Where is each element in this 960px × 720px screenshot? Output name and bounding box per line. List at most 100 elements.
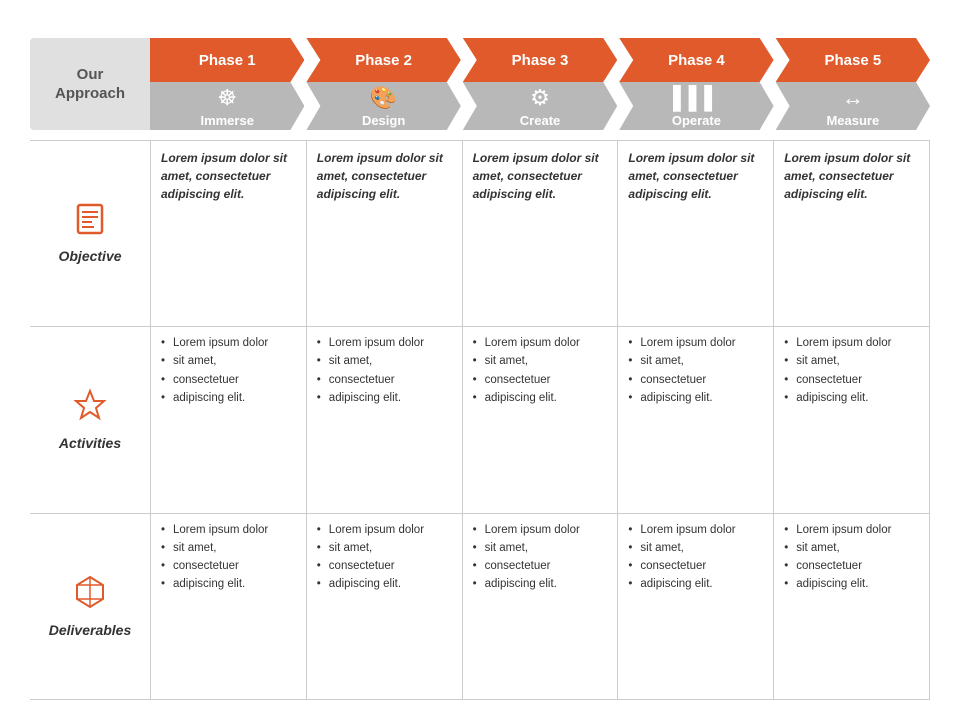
row-icon-deliverables <box>75 575 105 616</box>
bullet-list-activities-3: Lorem ipsum dolor sit amet, consectetuer ad… <box>473 335 608 405</box>
row-label-text-activities: Activities <box>59 435 121 451</box>
phase-sublabel-5: Measure <box>826 113 879 128</box>
phase-sublabel-2: Design <box>362 113 405 128</box>
row-label-text-objective: Objective <box>58 248 121 264</box>
cell-objective-4: Lorem ipsum dolor sit amet, consectetuer… <box>617 141 773 326</box>
row-label-col: Objective Activities Deliverables <box>30 140 150 700</box>
list-item: consectetuer <box>784 372 919 388</box>
phase-label-5: Phase 5 <box>824 52 881 69</box>
phase-arrow-3: Phase 3 ⚙ Create <box>463 38 617 130</box>
phase-gray-3: ⚙ Create <box>463 82 617 130</box>
list-item: adipiscing elit. <box>473 390 608 406</box>
bullet-list-deliverables-3: Lorem ipsum dolor sit amet, consectetuer ad… <box>473 522 608 592</box>
phases-wrapper: OurApproach Phase 1 ☸ Immerse Phase 2 🎨Desig… <box>30 38 930 130</box>
list-item: Lorem ipsum dolor <box>784 335 919 351</box>
phase-top-2: Phase 2 <box>306 38 460 82</box>
list-item: adipiscing elit. <box>784 576 919 592</box>
bullet-list-deliverables-1: Lorem ipsum dolor sit amet, consectetuer ad… <box>161 522 296 592</box>
list-item: adipiscing elit. <box>473 576 608 592</box>
phase-label-2: Phase 2 <box>355 52 412 69</box>
cell-deliverables-1: Lorem ipsum dolor sit amet, consectetuer ad… <box>150 514 306 699</box>
phase-label-1: Phase 1 <box>199 52 256 69</box>
cell-deliverables-4: Lorem ipsum dolor sit amet, consectetuer ad… <box>617 514 773 699</box>
data-row-deliverables: Lorem ipsum dolor sit amet, consectetuer ad… <box>150 513 930 700</box>
bullet-list-deliverables-4: Lorem ipsum dolor sit amet, consectetuer ad… <box>628 522 763 592</box>
cell-objective-3: Lorem ipsum dolor sit amet, consectetuer… <box>462 141 618 326</box>
phase-icon-3: ⚙ <box>530 85 550 111</box>
cell-activities-3: Lorem ipsum dolor sit amet, consectetuer ad… <box>462 327 618 512</box>
data-row-objective: Lorem ipsum dolor sit amet, consectetuer… <box>150 140 930 326</box>
list-item: sit amet, <box>784 540 919 556</box>
cell-activities-4: Lorem ipsum dolor sit amet, consectetuer ad… <box>617 327 773 512</box>
list-item: Lorem ipsum dolor <box>784 522 919 538</box>
bullet-list-deliverables-2: Lorem ipsum dolor sit amet, consectetuer ad… <box>317 522 452 592</box>
list-item: adipiscing elit. <box>317 390 452 406</box>
phase-icon-1: ☸ <box>217 85 237 111</box>
list-item: consectetuer <box>628 372 763 388</box>
list-item: sit amet, <box>628 353 763 369</box>
row-label-activities: Activities <box>30 326 150 512</box>
list-item: sit amet, <box>317 540 452 556</box>
cell-activities-5: Lorem ipsum dolorsit amet,consectetuerad… <box>773 327 930 512</box>
list-item: consectetuer <box>628 558 763 574</box>
phase-arrow-2: Phase 2 🎨Design <box>306 38 460 130</box>
bullet-list-activities-2: Lorem ipsum dolorsit amet,consectetuerad… <box>317 335 452 405</box>
phases-row: Phase 1 ☸ Immerse Phase 2 🎨Design Phase 3 ⚙ Cre… <box>150 38 930 130</box>
bullet-list-activities-5: Lorem ipsum dolorsit amet,consectetuerad… <box>784 335 919 405</box>
list-item: sit amet, <box>784 353 919 369</box>
list-item: sit amet, <box>161 540 296 556</box>
row-icon-objective <box>74 203 106 242</box>
phase-top-4: Phase 4 <box>619 38 773 82</box>
row-label-deliverables: Deliverables <box>30 513 150 700</box>
list-item: consectetuer <box>317 372 452 388</box>
phase-gray-5: ↔Measure <box>776 82 930 130</box>
approach-label: OurApproach <box>30 38 150 130</box>
list-item: consectetuer <box>784 558 919 574</box>
list-item: adipiscing elit. <box>317 576 452 592</box>
cell-deliverables-5: Lorem ipsum dolor sit amet, consectetuer ad… <box>773 514 930 699</box>
list-item: Lorem ipsum dolor <box>317 522 452 538</box>
phase-sublabel-3: Create <box>520 113 560 128</box>
list-item: Lorem ipsum dolor <box>473 335 608 351</box>
list-item: Lorem ipsum dolor <box>473 522 608 538</box>
bullet-list-deliverables-5: Lorem ipsum dolor sit amet, consectetuer ad… <box>784 522 919 592</box>
phase-icon-4: ▌▌▌ <box>673 85 720 111</box>
list-item: sit amet, <box>317 353 452 369</box>
cell-deliverables-3: Lorem ipsum dolor sit amet, consectetuer ad… <box>462 514 618 699</box>
list-item: Lorem ipsum dolor <box>161 522 296 538</box>
phase-sublabel-1: Immerse <box>200 113 253 128</box>
data-cols: Lorem ipsum dolor sit amet, consectetuer… <box>150 140 930 700</box>
list-item: adipiscing elit. <box>161 390 296 406</box>
phase-sublabel-4: Operate <box>672 113 721 128</box>
list-item: consectetuer <box>161 558 296 574</box>
cell-activities-1: Lorem ipsum dolorsit amet,consectetuerad… <box>150 327 306 512</box>
list-item: adipiscing elit. <box>628 390 763 406</box>
list-item: Lorem ipsum dolor <box>161 335 296 351</box>
list-item: adipiscing elit. <box>161 576 296 592</box>
list-item: sit amet, <box>628 540 763 556</box>
list-item: consectetuer <box>473 558 608 574</box>
row-icon-activities <box>73 388 107 429</box>
cell-objective-2: Lorem ipsum dolor sit amet, consectetuer… <box>306 141 462 326</box>
list-item: adipiscing elit. <box>628 576 763 592</box>
phase-label-3: Phase 3 <box>512 52 569 69</box>
phase-top-1: Phase 1 <box>150 38 304 82</box>
cell-deliverables-2: Lorem ipsum dolor sit amet, consectetuer ad… <box>306 514 462 699</box>
phase-arrow-5: Phase 5 ↔Measure <box>776 38 930 130</box>
bullet-list-activities-4: Lorem ipsum dolor sit amet, consectetuer ad… <box>628 335 763 405</box>
list-item: sit amet, <box>473 353 608 369</box>
list-item: Lorem ipsum dolor <box>628 335 763 351</box>
phase-gray-2: 🎨Design <box>306 82 460 130</box>
phase-label-4: Phase 4 <box>668 52 725 69</box>
page: OurApproach Phase 1 ☸ Immerse Phase 2 🎨Desig… <box>0 0 960 720</box>
list-item: Lorem ipsum dolor <box>628 522 763 538</box>
list-item: consectetuer <box>317 558 452 574</box>
list-item: sit amet, <box>473 540 608 556</box>
phase-arrow-4: Phase 4 ▌▌▌ Operate <box>619 38 773 130</box>
bullet-list-activities-1: Lorem ipsum dolorsit amet,consectetuerad… <box>161 335 296 405</box>
phase-top-3: Phase 3 <box>463 38 617 82</box>
data-row-activities: Lorem ipsum dolor sit amet, consectetuer ad… <box>150 326 930 512</box>
list-item: consectetuer <box>473 372 608 388</box>
row-label-objective: Objective <box>30 140 150 326</box>
cell-objective-1: Lorem ipsum dolor sit amet, consectetuer… <box>150 141 306 326</box>
